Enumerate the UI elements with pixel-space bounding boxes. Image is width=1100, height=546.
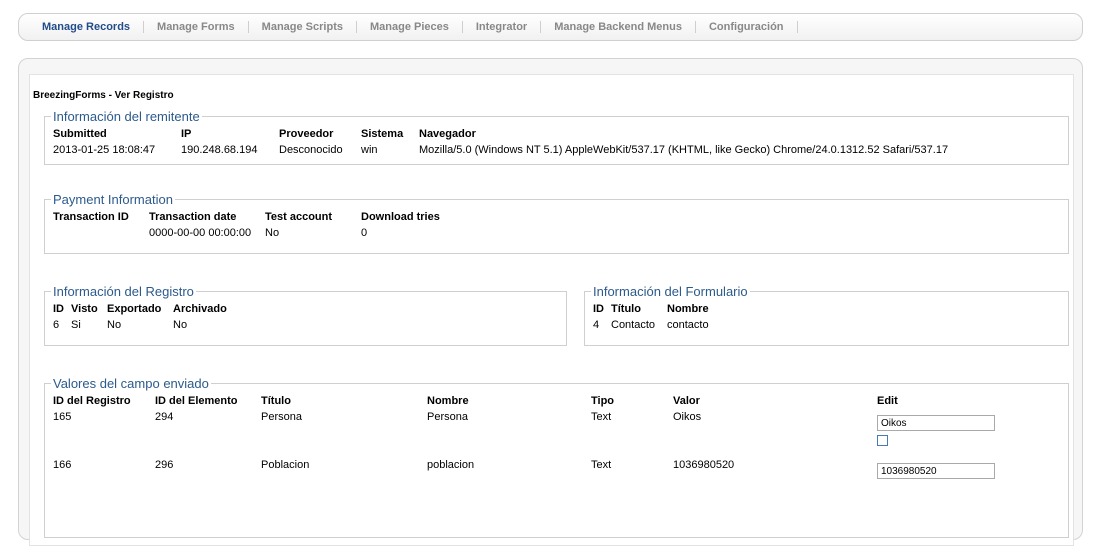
exportado-value: No — [107, 319, 122, 331]
tab-manage-forms[interactable]: Manage Forms — [144, 21, 249, 33]
form-titulo-value: Contacto — [611, 319, 656, 331]
table-header-row: Submitted IP Proveedor Sistema Navegador — [53, 124, 952, 144]
nombre-value: Persona — [427, 411, 468, 423]
visto-value: Si — [71, 319, 81, 331]
page-title: BreezingForms - Ver Registro — [33, 90, 174, 101]
table-header-row: ID del Registro ID del Elemento Título N… — [53, 391, 999, 411]
col-tipo: Tipo — [591, 395, 615, 407]
table-header-row: Transaction ID Transaction date Test acc… — [53, 207, 444, 227]
edit-value-input[interactable] — [877, 463, 995, 479]
transaction-id-value — [53, 227, 149, 245]
tipo-value: Text — [591, 411, 612, 423]
col-id-elemento: ID del Elemento — [155, 395, 238, 407]
form-nombre-value: contacto — [667, 319, 709, 331]
table-row: 166 296 Poblacion poblacion Text 1036980… — [53, 459, 999, 479]
ip-value: 190.248.68.194 — [181, 144, 258, 156]
col-ip: IP — [181, 128, 192, 140]
record-info-fieldset: Información del Registro ID Visto Export… — [44, 284, 567, 346]
col-nombre: Nombre — [667, 303, 709, 315]
titulo-value: Persona — [261, 411, 302, 423]
record-info-legend: Información del Registro — [53, 284, 194, 299]
form-info-fieldset: Información del Formulario ID Título Nom… — [584, 284, 1069, 346]
tab-integrator[interactable]: Integrator — [463, 21, 542, 33]
col-id: ID — [53, 303, 64, 315]
titulo-value: Poblacion — [261, 459, 310, 471]
col-sistema: Sistema — [361, 128, 404, 140]
form-info-table: ID Título Nombre 4 Contacto contacto — [593, 299, 713, 337]
tab-configuracion[interactable]: Configuración — [696, 21, 798, 33]
col-id: ID — [593, 303, 604, 315]
col-titulo: Título — [611, 303, 641, 315]
top-tab-bar: Manage Records Manage Forms Manage Scrip… — [18, 13, 1083, 41]
form-info-legend: Información del Formulario — [593, 284, 748, 299]
payment-info-table: Transaction ID Transaction date Test acc… — [53, 207, 444, 245]
sistema-value: win — [361, 144, 378, 156]
col-test-account: Test account — [265, 211, 333, 223]
col-proveedor: Proveedor — [279, 128, 334, 140]
edit-value-input[interactable] — [877, 415, 995, 431]
table-header-row: ID Visto Exportado Archivado — [53, 299, 231, 319]
col-visto: Visto — [71, 303, 98, 315]
registro-id-value: 165 — [53, 411, 72, 423]
col-transaction-id: Transaction ID — [53, 211, 129, 223]
edit-cell — [877, 411, 999, 459]
registro-id-value: 166 — [53, 459, 72, 471]
col-navegador: Navegador — [419, 128, 476, 140]
sender-info-legend: Información del remitente — [53, 109, 200, 124]
record-content: BreezingForms - Ver Registro Información… — [29, 74, 1074, 546]
table-header-row: ID Título Nombre — [593, 299, 713, 319]
col-submitted: Submitted — [53, 128, 107, 140]
col-transaction-date: Transaction date — [149, 211, 237, 223]
col-edit: Edit — [877, 395, 898, 407]
record-info-table: ID Visto Exportado Archivado 6 Si No No — [53, 299, 231, 337]
nombre-value: poblacion — [427, 459, 475, 471]
transaction-date-value: 0000-00-00 00:00:00 — [149, 227, 252, 239]
tab-manage-records[interactable]: Manage Records — [29, 21, 145, 33]
sender-info-table: Submitted IP Proveedor Sistema Navegador… — [53, 124, 952, 162]
col-nombre: Nombre — [427, 395, 469, 407]
submitted-values-legend: Valores del campo enviado — [53, 376, 209, 391]
col-titulo: Título — [261, 395, 291, 407]
table-row: 165 294 Persona Persona Text Oikos — [53, 411, 999, 459]
table-row: 4 Contacto contacto — [593, 319, 713, 337]
sender-info-fieldset: Información del remitente Submitted IP P… — [44, 109, 1069, 165]
navegador-value: Mozilla/5.0 (Windows NT 5.1) AppleWebKit… — [419, 144, 949, 156]
tab-manage-scripts[interactable]: Manage Scripts — [249, 21, 357, 33]
form-id-value: 4 — [593, 319, 600, 331]
elemento-id-value: 294 — [155, 411, 174, 423]
payment-info-fieldset: Payment Information Transaction ID Trans… — [44, 192, 1069, 254]
archivado-value: No — [173, 319, 188, 331]
main-panel: BreezingForms - Ver Registro Información… — [18, 58, 1083, 546]
col-id-registro: ID del Registro — [53, 395, 131, 407]
payment-info-legend: Payment Information — [53, 192, 173, 207]
test-account-value: No — [265, 227, 280, 239]
record-id-value: 6 — [53, 319, 60, 331]
submitted-values-fieldset: Valores del campo enviado ID del Registr… — [44, 376, 1069, 538]
edit-checkbox[interactable] — [877, 435, 888, 446]
table-row: 6 Si No No — [53, 319, 231, 337]
valor-value: Oikos — [673, 411, 702, 423]
col-exportado: Exportado — [107, 303, 162, 315]
submitted-value: 2013-01-25 18:08:47 — [53, 144, 156, 156]
elemento-id-value: 296 — [155, 459, 174, 471]
table-row: 2013-01-25 18:08:47 190.248.68.194 Desco… — [53, 144, 952, 162]
tab-manage-backend-menus[interactable]: Manage Backend Menus — [541, 21, 696, 33]
table-row: 0000-00-00 00:00:00 No 0 — [53, 227, 444, 245]
col-valor: Valor — [673, 395, 700, 407]
proveedor-value: Desconocido — [279, 144, 343, 156]
col-archivado: Archivado — [173, 303, 227, 315]
tab-manage-pieces[interactable]: Manage Pieces — [357, 21, 463, 33]
col-download-tries: Download tries — [361, 211, 440, 223]
submitted-values-table: ID del Registro ID del Elemento Título N… — [53, 391, 999, 479]
edit-cell — [877, 459, 999, 479]
tipo-value: Text — [591, 459, 612, 471]
valor-value: 1036980520 — [673, 459, 735, 471]
download-tries-value: 0 — [361, 227, 368, 239]
